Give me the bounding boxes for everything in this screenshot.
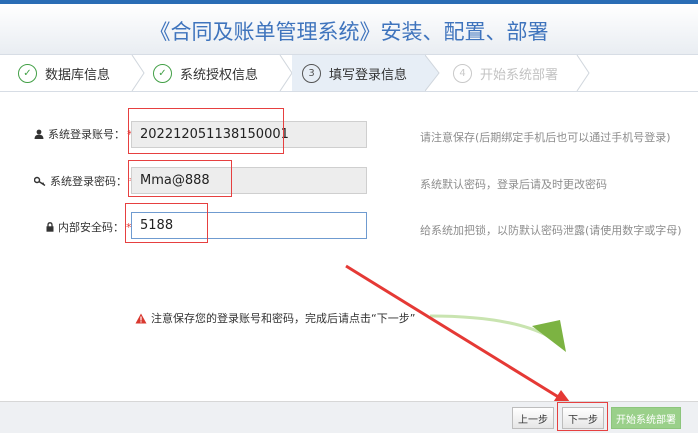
page-header: 《合同及账单管理系统》安装、配置、部署	[0, 4, 698, 54]
red-arrow-shaft	[345, 264, 561, 400]
lock-icon	[46, 222, 54, 232]
account-hint: 请注意保存(后期绑定手机后也可以通过手机号登录)	[420, 131, 671, 144]
step-license: ✓ 系统授权信息	[153, 55, 258, 91]
password-hint: 系统默认密码，登录后请及时更改密码	[420, 178, 607, 191]
check-circle-icon: ✓	[153, 63, 172, 83]
check-circle-icon: ✓	[18, 63, 37, 83]
step-label: 开始系统部署	[480, 67, 559, 83]
step-number-icon: 3	[302, 63, 321, 83]
annotation-box-account	[128, 108, 284, 154]
key-icon	[34, 176, 46, 186]
green-arrow-shaft	[429, 314, 549, 338]
step-label: 数据库信息	[45, 67, 111, 83]
security-code-label: 内部安全码： *	[46, 219, 132, 235]
annotation-box-next	[557, 402, 608, 431]
prev-button[interactable]: 上一步	[512, 407, 554, 429]
annotation-box-security	[125, 203, 208, 243]
page-title: 《合同及账单管理系统》安装、配置、部署	[149, 20, 549, 44]
step-login-info: 3 填写登录信息	[292, 55, 426, 91]
step-label: 填写登录信息	[329, 67, 408, 83]
chevron-right-icon	[576, 55, 590, 91]
step-database: ✓ 数据库信息	[18, 55, 110, 91]
green-arrow-head	[532, 320, 566, 352]
chevron-right-icon	[425, 55, 440, 91]
warning-icon	[135, 313, 147, 323]
step-label: 系统授权信息	[180, 67, 259, 83]
chevron-right-icon	[131, 55, 145, 91]
annotation-box-password	[128, 160, 232, 197]
start-deploy-button[interactable]: 开始系统部署	[611, 407, 681, 429]
password-label: 系统登录密码：*	[34, 173, 135, 189]
security-code-hint: 给系统加把锁，以防默认密码泄露(请使用数字或字母)	[420, 224, 682, 237]
step-number-icon: 4	[453, 63, 472, 83]
account-label: 系统登录账号： *	[34, 126, 133, 142]
user-icon	[34, 129, 44, 139]
save-notice: 注意保存您的登录账号和密码，完成后请点击“下一步”	[135, 310, 415, 326]
wizard-steps: ✓ 数据库信息 ✓ 系统授权信息 3 填写登录信息 4 开始系统部署	[0, 54, 698, 92]
step-deploy: 4 开始系统部署	[453, 55, 558, 91]
